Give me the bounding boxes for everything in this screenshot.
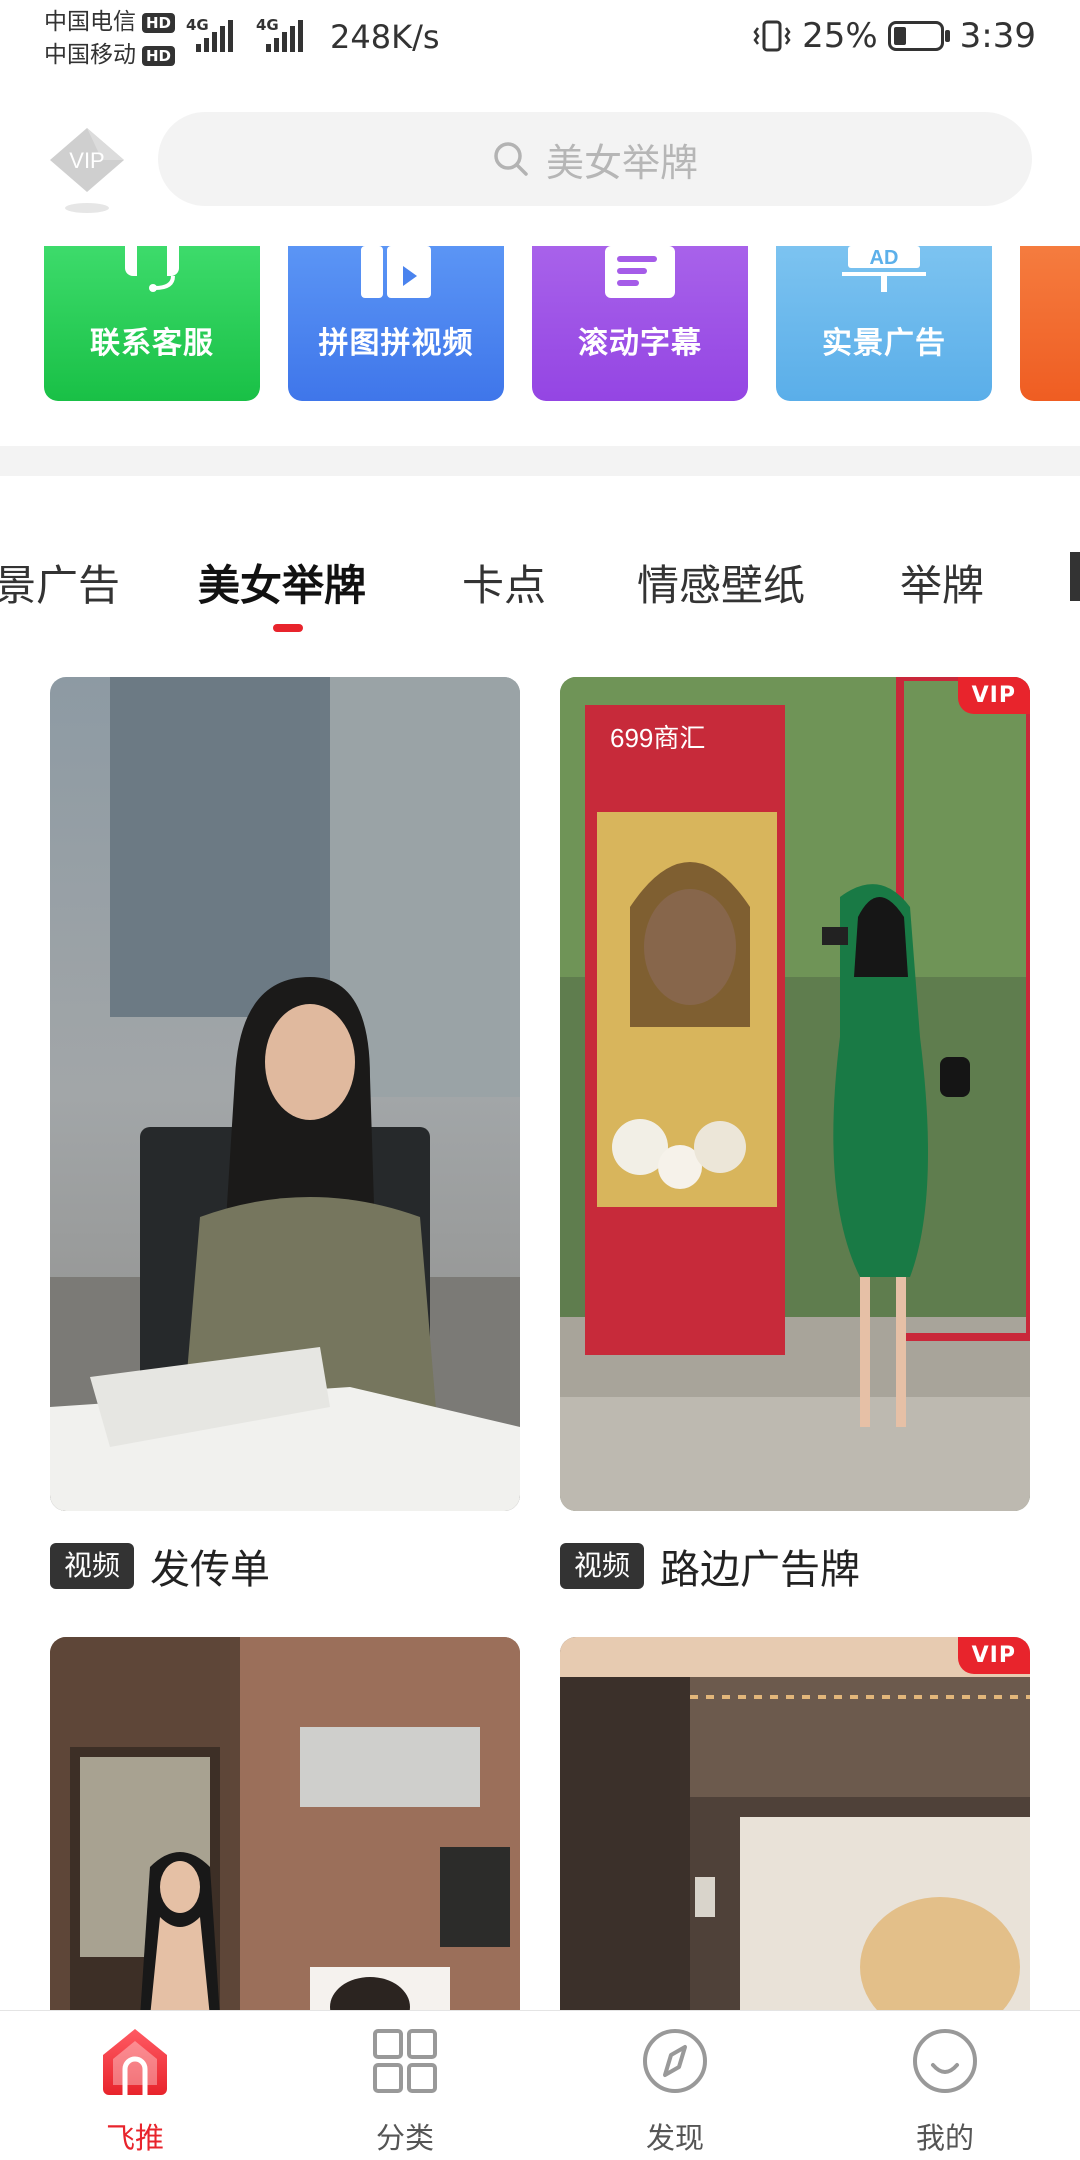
- tab-sign-holding[interactable]: 举牌: [900, 552, 984, 613]
- tool-contact-service[interactable]: 联系客服: [44, 246, 260, 401]
- card-caption: 视频 路边广告牌: [560, 1537, 860, 1595]
- card-thumbnail[interactable]: [50, 677, 520, 1511]
- billboard-sign-text: 699商汇: [610, 723, 705, 753]
- storefront-girl-image: [50, 1637, 520, 2017]
- template-card[interactable]: [50, 1637, 520, 2017]
- tab-overflow[interactable]: ▍: [1070, 552, 1080, 601]
- clock: 3:39: [959, 16, 1036, 56]
- lobby-image: [560, 1637, 1030, 2017]
- tab-scene-ad[interactable]: 景广告: [0, 552, 120, 613]
- tab-beauty-sign[interactable]: 美女举牌: [198, 552, 366, 613]
- grid-icon: [373, 2029, 437, 2093]
- svg-text:AD: AD: [870, 247, 899, 269]
- nav-label: 飞推: [105, 2121, 164, 2155]
- tool-label: 实景广告: [822, 326, 946, 361]
- carrier-1: 中国电信: [44, 9, 136, 35]
- nav-home[interactable]: 飞推: [35, 2011, 235, 2160]
- tab-beat-sync[interactable]: 卡点: [462, 552, 546, 613]
- media-type-tag: 视频: [560, 1543, 645, 1589]
- signal-icon: 4G: [256, 16, 312, 56]
- nav-discover[interactable]: 发现: [575, 2011, 775, 2160]
- tab-emotional-wallpaper[interactable]: 情感壁纸: [637, 552, 805, 613]
- card-thumbnail[interactable]: [50, 1637, 520, 2017]
- hd-badge: HD: [142, 45, 176, 66]
- nav-profile[interactable]: 我的: [845, 2011, 1045, 2160]
- flyer-girl-image: [50, 677, 520, 1511]
- card-caption: 视频 发传单: [50, 1537, 270, 1595]
- tool-collage-video[interactable]: 拼图拼视频: [288, 246, 504, 401]
- search-bar[interactable]: 美女举牌: [158, 112, 1032, 206]
- template-card[interactable]: 699商汇 VIP 视频 路边广告牌: [560, 677, 1030, 1607]
- media-type-tag: 视频: [50, 1543, 135, 1589]
- vip-diamond-icon[interactable]: VIP: [42, 120, 132, 220]
- tool-label: 拼图拼视频: [318, 326, 474, 361]
- search-placeholder: 美女举牌: [545, 140, 698, 185]
- vip-badge: VIP: [957, 677, 1030, 714]
- carrier-info: 中国电信 HD 中国移动 HD: [44, 6, 176, 72]
- billboard-girl-image: 699商汇: [560, 677, 1030, 1511]
- template-card[interactable]: 视频 发传单: [50, 677, 520, 1607]
- card-thumbnail[interactable]: [560, 1637, 1030, 2017]
- category-tabs: 景广告 美女举牌 卡点 情感壁纸 举牌 ▍: [0, 552, 1080, 632]
- carrier-2: 中国移动: [44, 42, 136, 68]
- nav-label: 分类: [375, 2121, 434, 2155]
- vip-label: VIP: [69, 148, 104, 173]
- nav-label: 我的: [915, 2121, 974, 2155]
- template-card[interactable]: VIP: [560, 1637, 1030, 2017]
- tool-more[interactable]: [1020, 246, 1080, 401]
- smile-face-icon: [913, 2029, 977, 2093]
- battery-percent: 25%: [802, 16, 878, 56]
- tool-label: 滚动字幕: [578, 326, 702, 361]
- nav-category[interactable]: 分类: [305, 2011, 505, 2160]
- signal-indicators: 4G 4G: [186, 16, 312, 56]
- card-thumbnail[interactable]: 699商汇: [560, 677, 1030, 1511]
- tool-scene-ad[interactable]: AD 实景广告: [776, 246, 992, 401]
- bottom-navigation: 飞推 分类 发现 我的: [0, 2010, 1080, 2160]
- status-bar: 中国电信 HD 中国移动 HD 4G 4G 248K/s 25% 3:39: [0, 0, 1080, 80]
- card-title: 路边广告牌: [660, 1547, 861, 1593]
- home-icon: [103, 2029, 167, 2095]
- tool-label: 联系客服: [90, 326, 214, 361]
- network-speed: 248K/s: [330, 18, 440, 56]
- billboard-icon: AD: [842, 246, 926, 292]
- vip-badge: VIP: [957, 1637, 1030, 1674]
- hd-badge: HD: [142, 12, 176, 33]
- section-divider: [0, 446, 1080, 476]
- active-tab-indicator: [273, 624, 303, 632]
- signal-icon: 4G: [186, 16, 242, 56]
- search-icon: [494, 142, 528, 176]
- nav-label: 发现: [645, 2121, 704, 2155]
- subtitle-icon: [605, 246, 675, 298]
- tool-shortcuts: 联系客服 拼图拼视频 滚动字幕 AD 实景广告: [0, 246, 1080, 402]
- card-title: 发传单: [150, 1547, 271, 1593]
- vibrate-icon: [753, 20, 791, 52]
- battery-icon: [887, 19, 950, 53]
- headset-icon: [125, 246, 179, 292]
- compass-icon: [643, 2029, 707, 2093]
- tool-scroll-subtitles[interactable]: 滚动字幕: [532, 246, 748, 401]
- collage-video-icon: [361, 246, 431, 298]
